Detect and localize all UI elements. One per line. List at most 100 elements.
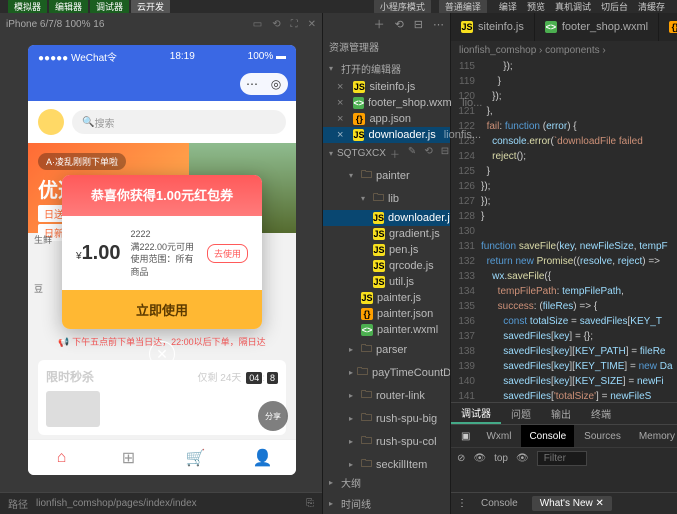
refresh-icon[interactable]: ⟲ [272, 19, 280, 30]
drawer-console[interactable]: Console [473, 496, 526, 511]
tab-category[interactable]: ⊞ [95, 440, 162, 475]
editor-tab-footer_shop.wxml[interactable]: <>footer_shop.wxml [535, 13, 659, 41]
layout-icon[interactable]: ▭ [253, 19, 262, 30]
explorer-panel: ＋ ⟲ ⊟ ⋯ 资源管理器 ▾打开的编辑器 ×JSsiteinfo.js×<>f… [323, 13, 451, 514]
remote-debug-btn[interactable]: 真机调试 [551, 0, 595, 13]
clear-console-icon[interactable]: ⊘ [457, 453, 465, 464]
file-tree[interactable]: ▾🗀painter▾🗀libJSdownloader.jsJSgradient.… [323, 164, 450, 472]
close-file-icon[interactable]: × [337, 81, 347, 93]
tree-seckillItem[interactable]: ▸🗀seckillItem [323, 453, 450, 472]
context-select[interactable]: top [494, 453, 508, 464]
new-file2-icon[interactable]: ＋ [390, 146, 400, 161]
debugger-btn[interactable]: 调试器 [90, 0, 129, 14]
open-file-siteinfo.js[interactable]: ×JSsiteinfo.js [323, 79, 450, 95]
dt2-wxml[interactable]: Wxml [478, 425, 519, 447]
compile-btn[interactable]: 编译 [495, 0, 521, 13]
tree-painter.js[interactable]: JSpainter.js [323, 290, 450, 306]
tree-router-link[interactable]: ▸🗀router-link [323, 384, 450, 407]
tree-pen.js[interactable]: JSpen.js [323, 242, 450, 258]
copy-icon[interactable]: ⎘ [306, 498, 314, 509]
tab-me[interactable]: 👤 [229, 440, 296, 475]
tree-lib[interactable]: ▾🗀lib [323, 187, 450, 210]
filter-input[interactable] [537, 451, 587, 466]
js-file-icon: JS [461, 21, 473, 33]
eye2-icon[interactable]: 👁 [516, 453, 529, 464]
refresh-tree-icon[interactable]: ⟲ [395, 18, 404, 31]
inspect-icon[interactable]: ▣ [455, 431, 476, 442]
close-file-icon[interactable]: × [337, 129, 347, 141]
editor-tab-app...[interactable]: {}app... [659, 13, 677, 41]
json-file-icon: {} [361, 308, 373, 320]
folder-icon: 🗀 [361, 409, 372, 428]
avatar[interactable] [38, 109, 64, 135]
tab-cart[interactable]: 🛒 [162, 440, 229, 475]
path-value[interactable]: lionfish_comshop/pages/index/index [36, 498, 197, 509]
seckill-card[interactable]: 限时秒杀 仅剩 24天 04:8 [38, 360, 286, 435]
editor-btn[interactable]: 编辑器 [49, 0, 88, 14]
tree-painter[interactable]: ▾🗀painter [323, 164, 450, 187]
open-editors-section[interactable]: ▾打开的编辑器 [323, 58, 450, 79]
tree-util.js[interactable]: JSutil.js [323, 274, 450, 290]
tree-rush-spu-col[interactable]: ▸🗀rush-spu-col [323, 430, 450, 453]
dt2-memory[interactable]: Memory [631, 425, 677, 447]
open-file-downloader.js[interactable]: ×JSdownloader.jslionfis... [323, 127, 450, 143]
dt-tab-problems[interactable]: 问题 [501, 403, 541, 424]
simulator-btn[interactable]: 模拟器 [8, 0, 47, 14]
open-file-app.json[interactable]: ×{}app.json [323, 111, 450, 127]
breadcrumb[interactable]: lionfish_comshop › components › [451, 41, 677, 59]
cloud-btn[interactable]: 云开发 [131, 0, 170, 14]
tree-painter.wxml[interactable]: <>painter.wxml [323, 322, 450, 338]
tree-downloader.js[interactable]: JSdownloader.js [323, 210, 450, 226]
tree-painter.json[interactable]: {}painter.json [323, 306, 450, 322]
chevron-icon: ▸ [349, 460, 357, 469]
tree-qrcode.js[interactable]: JSqrcode.js [323, 258, 450, 274]
code-editor[interactable]: 1151191201211221231241251261271281301311… [451, 59, 677, 402]
refresh2-icon[interactable]: ⟲ [424, 146, 432, 161]
compile-select[interactable]: 普通编译 [439, 0, 487, 14]
dt-tab-output[interactable]: 输出 [541, 403, 581, 424]
coupon-title: 恭喜你获得1.00元红包券 [62, 175, 262, 216]
mode-select[interactable]: 小程序模式 [374, 0, 431, 14]
eye-icon[interactable]: 👁 [473, 453, 486, 464]
wx-capsule[interactable]: ⋯◎ [240, 73, 288, 95]
tree-gradient.js[interactable]: JSgradient.js [323, 226, 450, 242]
drawer-menu-icon[interactable]: ⋮ [457, 498, 467, 509]
new-file-icon[interactable]: ＋ [374, 16, 385, 32]
tree-parser[interactable]: ▸🗀parser [323, 338, 450, 361]
more-icon[interactable]: ⋯ [433, 18, 444, 31]
dt2-sources[interactable]: Sources [576, 425, 629, 447]
device-select[interactable]: iPhone 6/7/8 100% 16 [6, 19, 104, 30]
editor-tab-siteinfo.js[interactable]: JSsiteinfo.js [451, 13, 535, 41]
close-sim-icon[interactable]: ✕ [308, 19, 316, 30]
tab-home[interactable]: ⌂ [28, 440, 95, 475]
background-btn[interactable]: 切后台 [597, 0, 632, 13]
js-file-icon: JS [373, 260, 385, 272]
collapse2-icon[interactable]: ⊟ [441, 146, 449, 161]
menu-icon[interactable]: ⋯ [240, 77, 264, 91]
clear-cache-btn[interactable]: 清缓存 [634, 0, 669, 13]
dt-tab-terminal[interactable]: 终端 [581, 403, 621, 424]
seckill-product-img[interactable] [46, 391, 100, 427]
collapse-icon[interactable]: ⊟ [414, 18, 423, 31]
dt-tab-debugger[interactable]: 调试器 [451, 403, 501, 424]
new-folder-icon[interactable]: ✎ [408, 146, 416, 161]
open-file-footer_shop.wxml[interactable]: ×<>footer_shop.wxmllio... [323, 95, 450, 111]
console-body[interactable] [451, 469, 677, 492]
timeline-section[interactable]: ▸时间线 [323, 493, 450, 514]
close-file-icon[interactable]: × [337, 113, 347, 125]
close-file-icon[interactable]: × [337, 97, 347, 109]
goto-use-btn[interactable]: 去使用 [207, 244, 248, 263]
preview-btn[interactable]: 预览 [523, 0, 549, 13]
share-btn[interactable]: 分享 [258, 401, 288, 431]
use-now-btn[interactable]: 立即使用 [62, 290, 262, 329]
path-label: 路径 [8, 496, 28, 511]
tree-payTimeCountDo...[interactable]: ▸🗀payTimeCountDo... [323, 361, 450, 384]
dt2-console[interactable]: Console [521, 425, 574, 447]
drawer-whatsnew[interactable]: What's New ✕ [532, 496, 612, 511]
outline-section[interactable]: ▸大纲 [323, 472, 450, 493]
tree-rush-spu-big[interactable]: ▸🗀rush-spu-big [323, 407, 450, 430]
search-input[interactable]: 🔍 搜索 [72, 110, 286, 134]
expand-icon[interactable]: ⛶ [291, 19, 298, 30]
project-root[interactable]: ▾SQTGXCX ＋✎⟲⊟ [323, 143, 450, 164]
close-app-icon[interactable]: ◎ [264, 77, 288, 91]
